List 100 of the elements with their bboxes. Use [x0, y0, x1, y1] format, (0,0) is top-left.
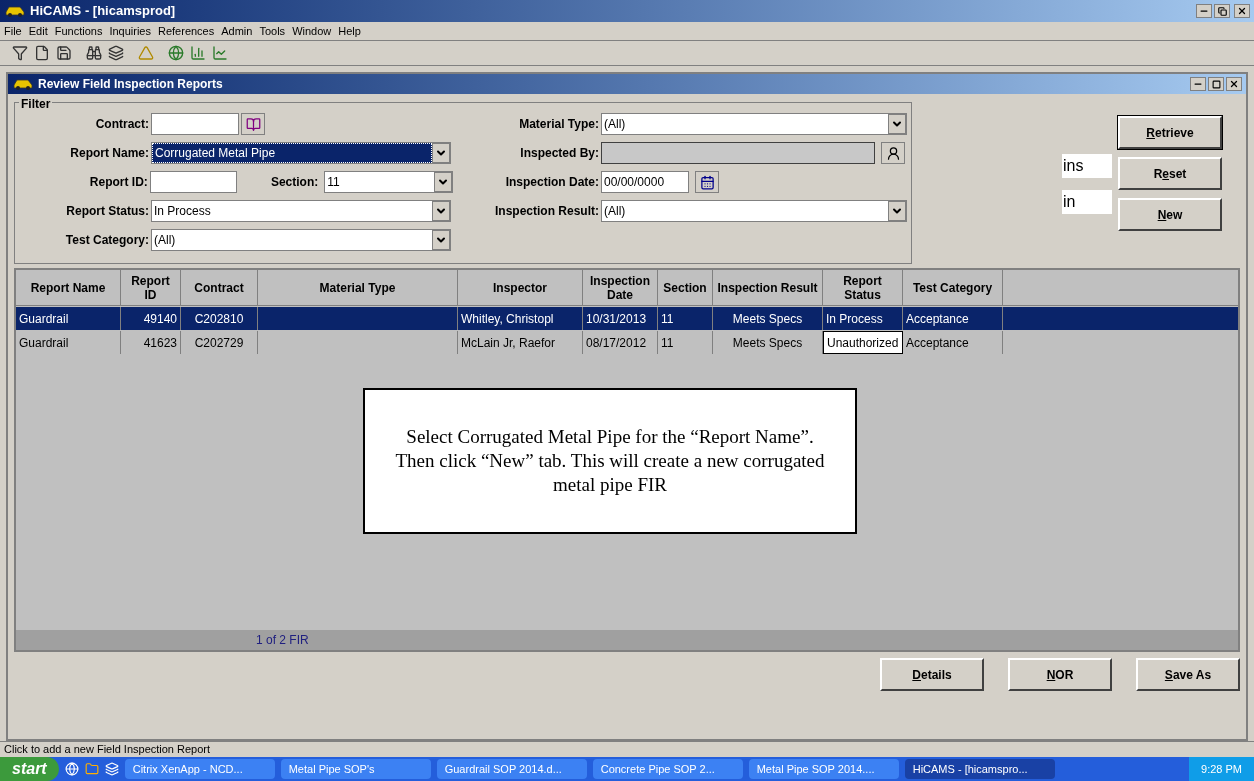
- table-cell: Meets Specs: [713, 307, 823, 330]
- field-label: Test Category:: [64, 232, 149, 249]
- start-button[interactable]: start: [0, 757, 59, 781]
- column-header[interactable]: Report ID: [121, 270, 181, 305]
- globe-icon[interactable]: [168, 45, 184, 61]
- table-cell: Whitley, Christopl: [458, 307, 583, 330]
- date-field[interactable]: 00/00/0000: [601, 171, 689, 193]
- action-button[interactable]: Save As: [1136, 658, 1240, 691]
- column-header[interactable]: Material Type: [258, 270, 458, 305]
- record-count: 1 of 2 FIR: [256, 632, 309, 649]
- taskbar-item[interactable]: Concrete Pipe SOP 2...: [592, 759, 743, 779]
- restore-button[interactable]: [1214, 4, 1230, 18]
- app-icon[interactable]: [104, 762, 119, 776]
- menu-item[interactable]: Tools: [259, 22, 286, 40]
- table-cell: 11: [658, 307, 713, 330]
- table-cell: 49140: [121, 307, 181, 330]
- field-label: Report Status:: [65, 203, 149, 220]
- table-cell: 10/31/2013: [583, 307, 658, 330]
- line-chart-icon[interactable]: [212, 45, 228, 61]
- field-label: Section:: [269, 174, 319, 191]
- action-button[interactable]: New: [1118, 198, 1222, 231]
- table-cell: 41623: [121, 331, 181, 354]
- field-label: Contract:: [94, 116, 149, 133]
- status-text: Click to add a new Field Inspection Report: [4, 742, 211, 758]
- table-cell: 11: [658, 331, 713, 354]
- column-header[interactable]: Contract: [181, 270, 258, 305]
- minimize-button[interactable]: [1190, 77, 1206, 91]
- maximize-icon: [1211, 79, 1221, 89]
- column-header[interactable]: Report Name: [16, 270, 121, 305]
- column-header[interactable]: Section: [658, 270, 713, 305]
- save-icon[interactable]: [56, 45, 72, 61]
- close-icon: [1237, 6, 1247, 16]
- field-label: Inspection Result:: [494, 203, 599, 220]
- menu-item[interactable]: Inquiries: [109, 22, 151, 40]
- column-header[interactable]: Inspection Result: [713, 270, 823, 305]
- column-header[interactable]: Test Category: [903, 270, 1003, 305]
- field-label: Material Type:: [518, 116, 599, 133]
- bar-chart-icon[interactable]: [190, 45, 206, 61]
- table-cell: McLain Jr, Raefor: [458, 331, 583, 354]
- action-button[interactable]: Details: [880, 658, 984, 691]
- close-icon: [1229, 79, 1239, 89]
- text-box[interactable]: ins: [1062, 154, 1112, 178]
- minimize-button[interactable]: [1196, 4, 1212, 18]
- car-logo-icon: [12, 78, 34, 90]
- menu-item[interactable]: Admin: [221, 22, 253, 40]
- table-cell: C202729: [181, 331, 258, 354]
- book-icon[interactable]: [241, 113, 265, 135]
- menu-item[interactable]: Functions: [54, 22, 103, 40]
- clock: 9:28 PM: [1201, 761, 1242, 777]
- dropdown-field[interactable]: (All): [151, 229, 451, 251]
- person-icon[interactable]: [881, 142, 905, 164]
- action-button[interactable]: Reset: [1118, 157, 1222, 190]
- dropdown-field[interactable]: 11: [324, 171, 453, 193]
- menu-item[interactable]: Help: [338, 22, 361, 40]
- window-title: Review Field Inspection Reports: [38, 76, 223, 93]
- table-cell: 08/17/2012: [583, 331, 658, 354]
- action-button[interactable]: NOR: [1008, 658, 1112, 691]
- browser-icon[interactable]: [64, 762, 79, 776]
- table-cell: Unauthorized: [823, 331, 903, 354]
- taskbar-item[interactable]: Guardrail SOP 2014.d...: [436, 759, 587, 779]
- dropdown-field[interactable]: (All): [601, 200, 907, 222]
- binoculars-icon[interactable]: [86, 45, 102, 61]
- text-box[interactable]: in: [1062, 190, 1112, 214]
- car-logo-icon: [4, 5, 26, 17]
- table-cell: C202810: [181, 307, 258, 330]
- report-id-field[interactable]: [149, 171, 237, 193]
- calendar-icon[interactable]: [695, 171, 719, 193]
- column-header[interactable]: Report Status: [823, 270, 903, 305]
- field-label: Inspection Date:: [504, 174, 599, 191]
- column-header[interactable]: Inspector: [458, 270, 583, 305]
- taskbar-item[interactable]: Citrix XenApp - NCD...: [124, 759, 275, 779]
- table-cell: Acceptance: [903, 307, 1003, 330]
- close-button[interactable]: [1234, 4, 1250, 18]
- table-cell: Guardrail: [16, 307, 121, 330]
- field-label: Report Name:: [69, 145, 149, 162]
- table-row[interactable]: Guardrail 49140 C202810 Whitley, Christopl 10/31/2013 11 Meets Specs In Process Acceptance: [16, 307, 1238, 330]
- menu-item[interactable]: Window: [292, 22, 332, 40]
- dropdown-field[interactable]: (All): [601, 113, 907, 135]
- table-cell: In Process: [823, 307, 903, 330]
- column-header[interactable]: Inspection Date: [583, 270, 658, 305]
- maximize-button[interactable]: [1208, 77, 1224, 91]
- dropdown-field[interactable]: Corrugated Metal Pipe: [151, 142, 451, 164]
- taskbar-item[interactable]: HiCAMS - [hicamspro...: [904, 759, 1055, 779]
- close-button[interactable]: [1226, 77, 1242, 91]
- document-icon[interactable]: [34, 45, 50, 61]
- filter-icon[interactable]: [12, 45, 28, 61]
- action-button[interactable]: Retrieve: [1118, 116, 1222, 149]
- layers-icon[interactable]: [108, 45, 124, 61]
- field-label: Report ID:: [88, 174, 148, 191]
- taskbar-item[interactable]: Metal Pipe SOP 2014....: [748, 759, 899, 779]
- table-cell: Guardrail: [16, 331, 121, 354]
- table-row[interactable]: Guardrail 41623 C202729 McLain Jr, Raefor 08/17/2012 11 Meets Specs Unauthorized Acceptance: [16, 331, 1238, 354]
- folder-icon[interactable]: [84, 762, 99, 776]
- window-title: HiCAMS - [hicamsprod]: [30, 2, 176, 21]
- dropdown-field[interactable]: In Process: [151, 200, 451, 222]
- menu-item[interactable]: Edit: [28, 22, 48, 40]
- menu-item[interactable]: File: [4, 22, 22, 40]
- contract-field[interactable]: [151, 113, 239, 135]
- taskbar-item[interactable]: Metal Pipe SOP's: [280, 759, 431, 779]
- menu-item[interactable]: References: [158, 22, 215, 40]
